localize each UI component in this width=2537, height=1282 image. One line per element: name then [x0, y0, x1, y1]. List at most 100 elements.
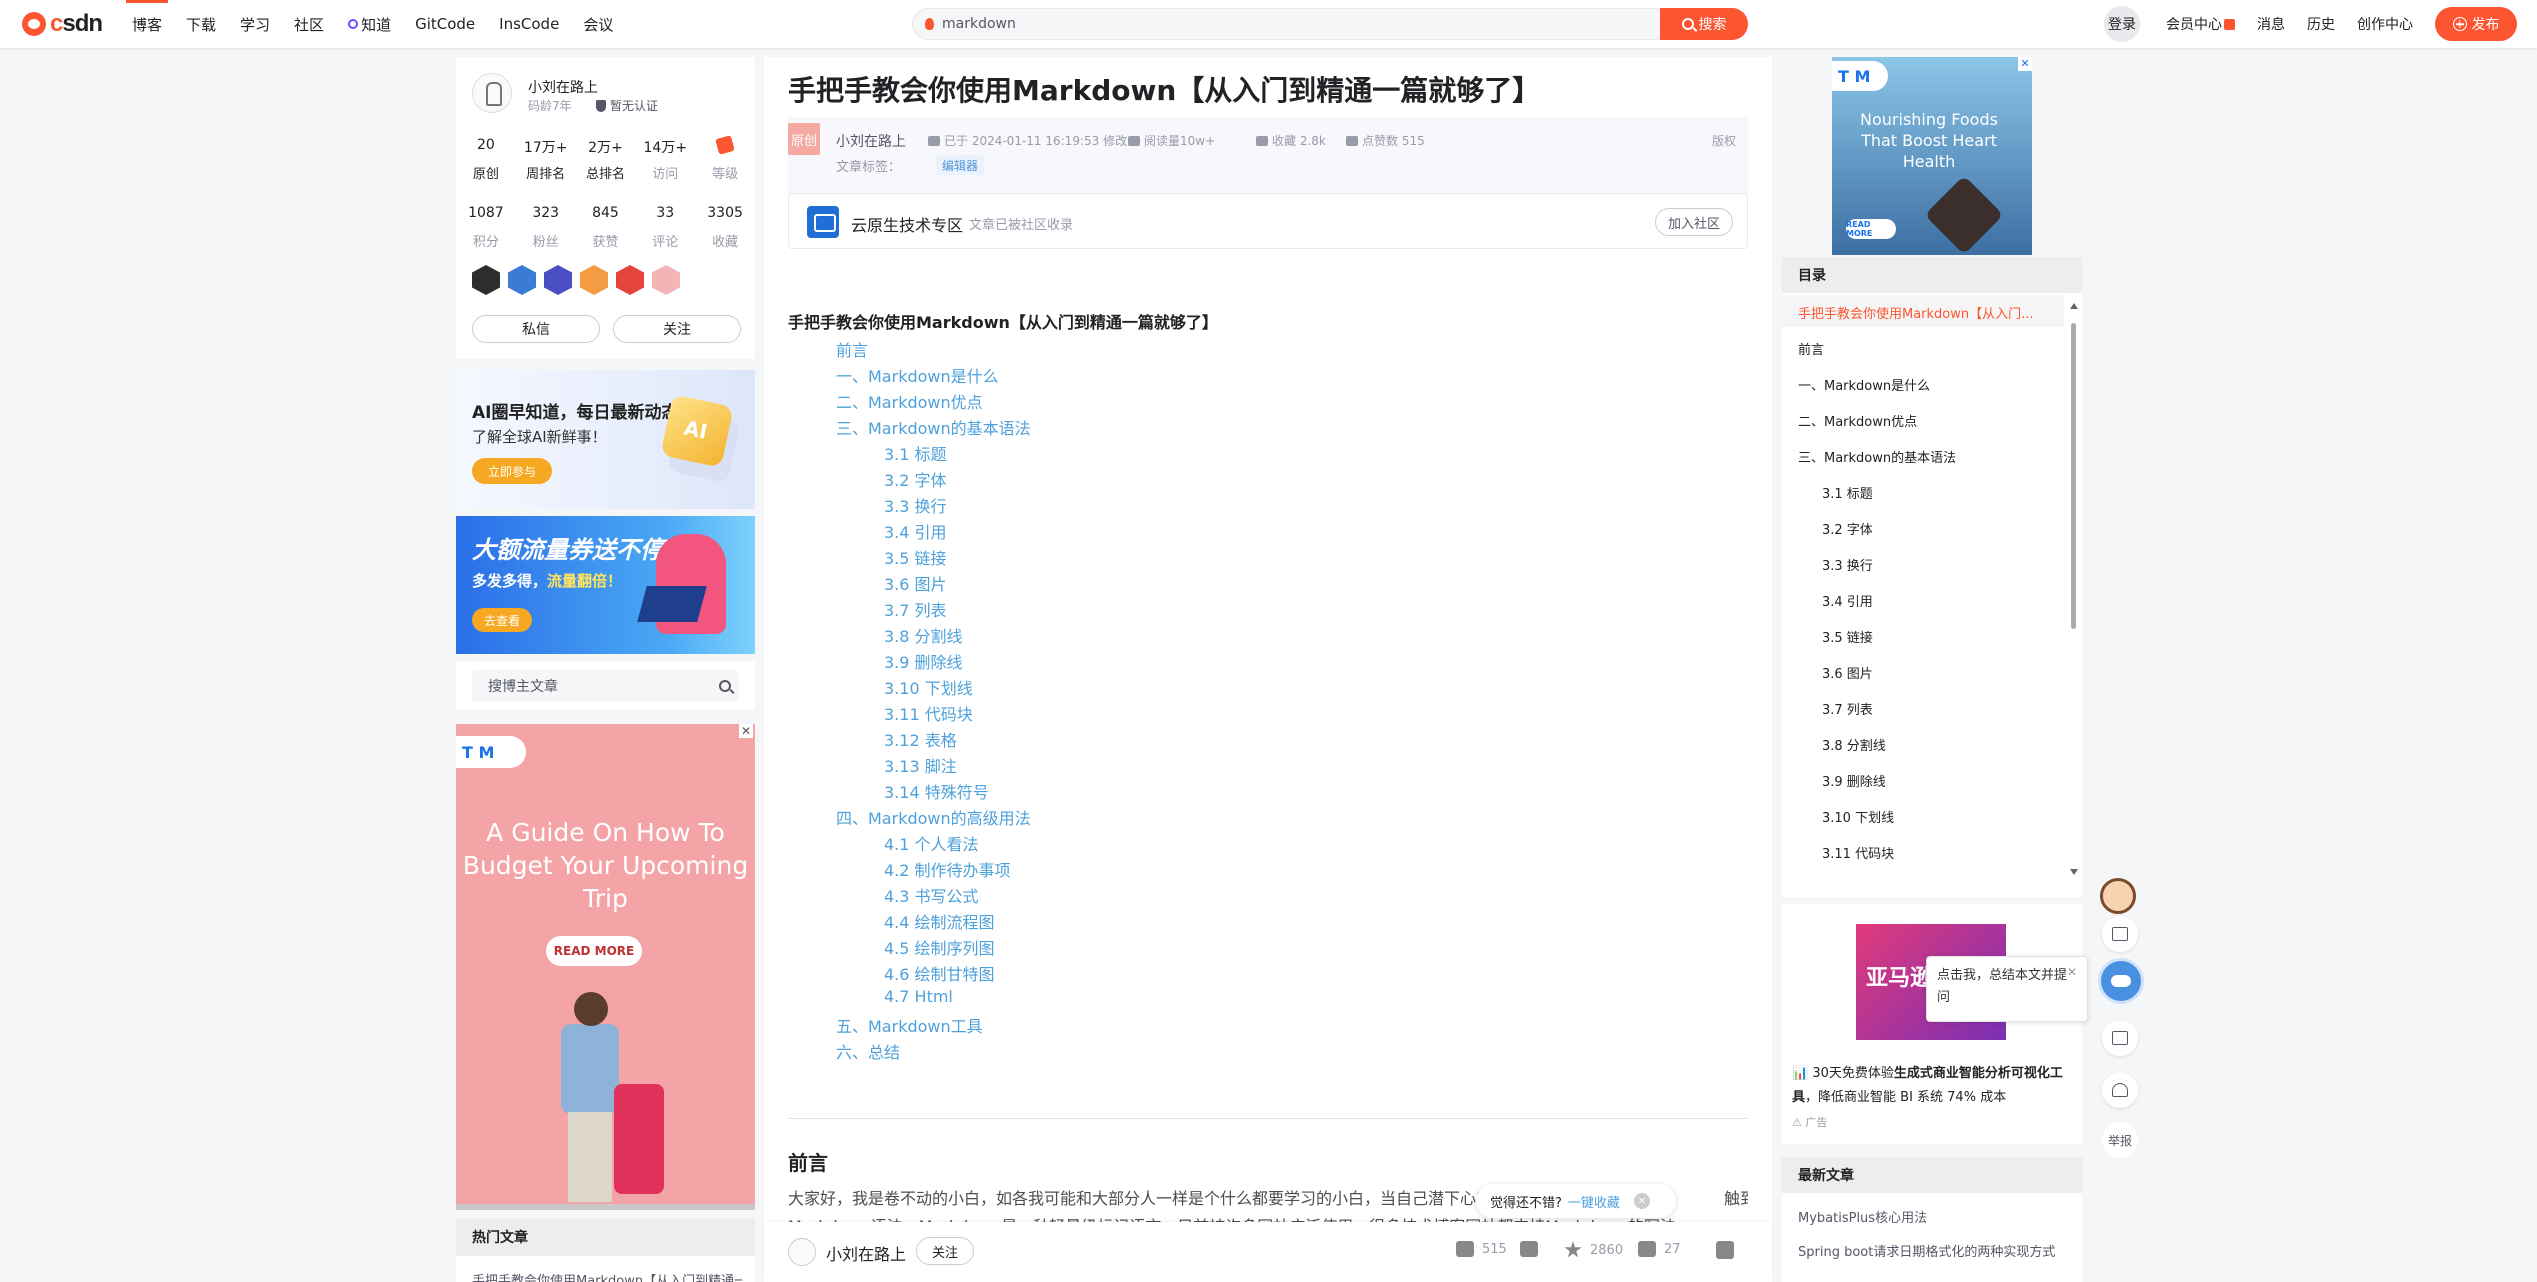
copyright-link[interactable]: 版权	[1712, 132, 1736, 149]
trend-chart-icon[interactable]	[2102, 916, 2138, 952]
search-icon[interactable]	[719, 680, 731, 696]
edit-note-icon[interactable]	[2102, 1020, 2138, 1056]
toc-sidebar-item[interactable]: 一、Markdown是什么	[1798, 375, 1930, 394]
newest-article-item[interactable]: MybatisPlus核心用法	[1798, 1207, 1927, 1226]
toc-sidebar-item[interactable]: 3.7 列表	[1822, 699, 1873, 718]
badge-icon[interactable]	[472, 265, 500, 295]
toc-link[interactable]: 4.4 绘制流程图	[884, 909, 995, 933]
toc-link[interactable]: 一、Markdown是什么	[836, 363, 999, 387]
close-icon[interactable]: ✕	[2018, 57, 2032, 71]
toc-link[interactable]: 4.7 Html	[884, 987, 953, 1006]
search-input[interactable]: markdown	[912, 8, 1660, 40]
toc-link[interactable]: 4.1 个人看法	[884, 831, 979, 855]
nav-blog[interactable]: 博客	[120, 0, 174, 48]
messages-link[interactable]: 消息	[2257, 14, 2285, 34]
article-tag[interactable]: 编辑器	[936, 155, 985, 175]
ai-assistant-icon[interactable]	[2098, 958, 2144, 1004]
join-community-button[interactable]: 加入社区	[1655, 208, 1733, 236]
badge-icon[interactable]	[508, 265, 536, 295]
blogger-search-input[interactable]: 搜博主文章	[472, 670, 739, 702]
one-click-collect-link[interactable]: 一键收藏	[1568, 1192, 1620, 1211]
stat-week-rank[interactable]: 17万+ 周排名	[517, 137, 575, 182]
author-avatar[interactable]	[472, 73, 512, 113]
history-link[interactable]: 历史	[2307, 14, 2335, 34]
toc-link[interactable]: 4.6 绘制甘特图	[884, 961, 995, 985]
badge-icon[interactable]	[580, 265, 608, 295]
travel-budget-ad[interactable]: T M ✕ A Guide On How To Budget Your Upco…	[456, 724, 755, 1210]
toc-sidebar-item[interactable]: 3.4 引用	[1822, 591, 1873, 610]
toc-link[interactable]: 3.7 列表	[884, 597, 947, 621]
stat-level[interactable]: 等级	[696, 135, 754, 182]
toc-link[interactable]: 3.14 特殊符号	[884, 779, 989, 803]
toc-link[interactable]: 3.2 字体	[884, 467, 947, 491]
login-button[interactable]: 登录	[2104, 6, 2140, 42]
member-center-link[interactable]: 会员中心	[2166, 14, 2235, 34]
mascot-icon[interactable]	[2092, 872, 2148, 922]
toc-sidebar-item[interactable]: 3.3 换行	[1822, 555, 1873, 574]
headset-icon[interactable]	[2102, 1072, 2138, 1108]
toc-sidebar-item[interactable]: 3.9 删除线	[1822, 771, 1886, 790]
publish-button[interactable]: 发布	[2435, 7, 2517, 41]
toc-link[interactable]: 3.8 分割线	[884, 623, 963, 647]
toc-link[interactable]: 3.12 表格	[884, 727, 957, 751]
like-button[interactable]: 515	[1456, 1241, 1507, 1257]
share-button[interactable]	[1716, 1241, 1734, 1259]
read-more-button[interactable]: READ MORE	[546, 936, 642, 966]
report-button[interactable]: 举报	[2102, 1122, 2138, 1158]
badge-icon[interactable]	[544, 265, 572, 295]
toc-link[interactable]: 3.3 换行	[884, 493, 947, 517]
scroll-up-icon[interactable]	[2070, 303, 2078, 309]
creator-center-link[interactable]: 创作中心	[2357, 14, 2413, 34]
toc-sidebar-item[interactable]: 3.11 代码块	[1822, 843, 1894, 862]
toc-link[interactable]: 4.2 制作待办事项	[884, 857, 1011, 881]
toc-link[interactable]: 3.11 代码块	[884, 701, 973, 725]
traffic-coupon-ad[interactable]: 大额流量券送不停 多发多得，流量翻倍！ 去查看	[456, 516, 755, 654]
nav-learn[interactable]: 学习	[228, 0, 282, 48]
toc-link[interactable]: 4.3 书写公式	[884, 883, 979, 907]
author-name[interactable]: 小刘在路上	[528, 77, 598, 97]
stat-fans[interactable]: 323 粉丝	[517, 205, 575, 250]
private-message-button[interactable]: 私信	[472, 315, 600, 343]
nav-community[interactable]: 社区	[282, 0, 336, 48]
toc-link[interactable]: 六、总结	[836, 1039, 900, 1063]
toc-link[interactable]: 二、Markdown优点	[836, 389, 983, 413]
toc-sidebar-item[interactable]: 3.1 标题	[1822, 483, 1873, 502]
ai-summary-tip[interactable]: 点击我，总结本文并提问 ✕	[1926, 956, 2088, 1022]
newest-article-item[interactable]: Spring boot请求日期格式化的两种实现方式	[1798, 1241, 2055, 1260]
ad-view-button[interactable]: 去查看	[472, 608, 532, 632]
close-icon[interactable]: ✕	[2067, 961, 2077, 983]
toc-link[interactable]: 4.5 绘制序列图	[884, 935, 995, 959]
comment-button[interactable]: 27	[1638, 1241, 1681, 1257]
hot-article-item[interactable]: 手把手教会你使用Markdown【从入门到精通一篇就够了】	[472, 1270, 742, 1282]
toolbar-follow-button[interactable]: 关注	[916, 1237, 974, 1265]
toc-sidebar-item[interactable]: 3.5 链接	[1822, 627, 1873, 646]
toc-link[interactable]: 3.13 脚注	[884, 753, 957, 777]
toc-link[interactable]: 三、Markdown的基本语法	[836, 415, 1031, 439]
close-icon[interactable]: ✕	[739, 724, 753, 738]
toolbar-author[interactable]: 小刘在路上	[826, 1241, 906, 1265]
community-name[interactable]: 云原生技术专区	[851, 212, 963, 236]
close-icon[interactable]: ✕	[1633, 1193, 1650, 1209]
toc-link[interactable]: 3.6 图片	[884, 571, 947, 595]
amazon-bi-ad[interactable]: 亚马逊 📊 30天免费体验生成式商业智能分析可视化工具，降低商业智能 BI 系统…	[1782, 904, 2082, 1144]
nav-inscode[interactable]: InsCode	[487, 0, 571, 48]
toc-scrollbar[interactable]	[2071, 323, 2076, 629]
toc-sidebar-item[interactable]: 3.8 分割线	[1822, 735, 1886, 754]
author-avatar[interactable]	[788, 1238, 816, 1266]
badge-icon[interactable]	[652, 265, 680, 295]
toc-link[interactable]: 3.1 标题	[884, 441, 947, 465]
nav-gitcode[interactable]: GitCode	[403, 0, 487, 48]
meta-author[interactable]: 小刘在路上	[836, 131, 906, 151]
heart-health-ad[interactable]: T M ✕ Nourishing Foods That Boost Heart …	[1832, 57, 2032, 255]
toc-sidebar-item[interactable]: 二、Markdown优点	[1798, 411, 1917, 430]
toc-link[interactable]: 3.10 下划线	[884, 675, 973, 699]
search-button[interactable]: 搜索	[1660, 8, 1748, 40]
nav-zhidao[interactable]: 知道	[336, 0, 403, 48]
toc-sidebar-item[interactable]: 3.2 字体	[1822, 519, 1873, 538]
toc-link[interactable]: 3.5 链接	[884, 545, 947, 569]
read-more-button[interactable]: READ MORE	[1846, 219, 1896, 239]
toc-link[interactable]: 五、Markdown工具	[836, 1013, 983, 1037]
toc-link[interactable]: 四、Markdown的高级用法	[836, 805, 1031, 829]
follow-button[interactable]: 关注	[613, 315, 741, 343]
badge-icon[interactable]	[616, 265, 644, 295]
